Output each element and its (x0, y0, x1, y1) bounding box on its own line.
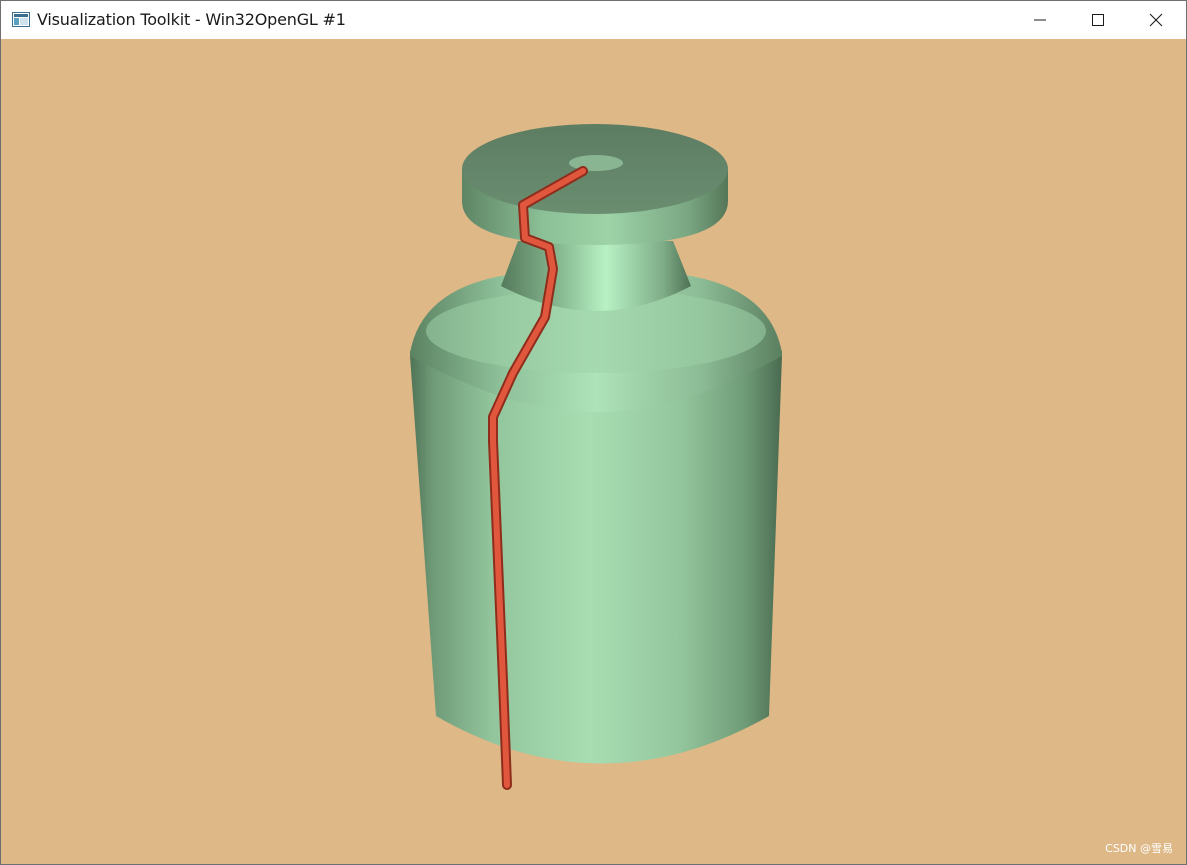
vtk-window-icon (12, 12, 30, 27)
maximize-button[interactable] (1069, 1, 1127, 39)
watermark: CSDN @雪易 (1105, 842, 1173, 855)
close-icon (1149, 13, 1163, 27)
minimize-icon (1034, 19, 1046, 21)
maximize-icon (1092, 14, 1104, 26)
bottle-body (410, 356, 782, 764)
title-bar[interactable]: Visualization Toolkit - Win32OpenGL #1 (1, 1, 1186, 39)
close-button[interactable] (1127, 1, 1185, 39)
minimize-button[interactable] (1011, 1, 1069, 39)
app-window: Visualization Toolkit - Win32OpenGL #1 C… (0, 0, 1187, 865)
window-title: Visualization Toolkit - Win32OpenGL #1 (37, 10, 346, 29)
render-scene (410, 124, 782, 790)
render-viewport[interactable]: CSDN @雪易 (1, 39, 1186, 864)
